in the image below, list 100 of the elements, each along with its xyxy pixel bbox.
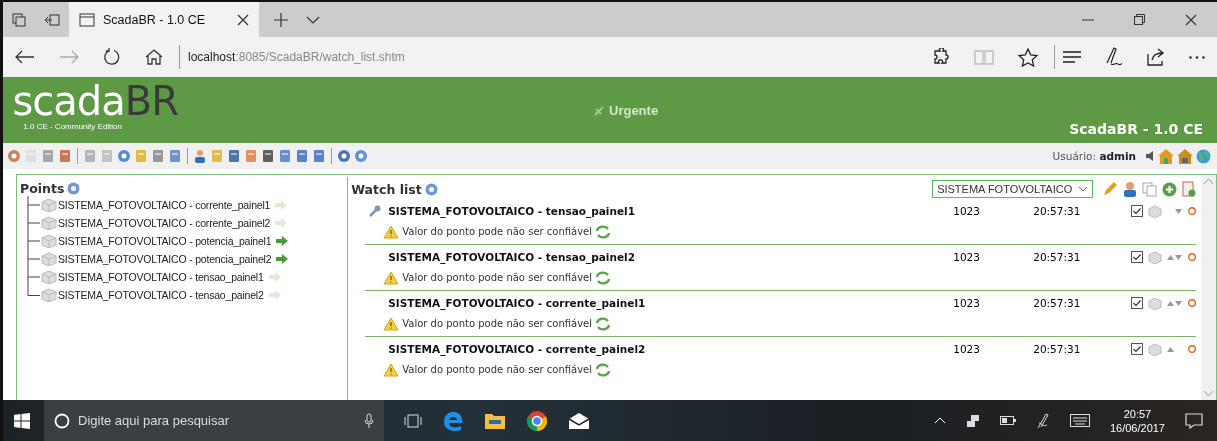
warning-icon bbox=[383, 316, 400, 331]
warning-icon bbox=[383, 224, 400, 239]
checkbox[interactable] bbox=[1131, 343, 1144, 355]
set-aside-tabs-icon[interactable] bbox=[44, 13, 60, 26]
notifications-icon[interactable] bbox=[1185, 412, 1203, 429]
point-time: 20:57:31 bbox=[1033, 343, 1082, 355]
remove-icon[interactable] bbox=[1188, 299, 1197, 307]
remove-icon[interactable] bbox=[1188, 345, 1197, 353]
tree-line bbox=[24, 214, 40, 232]
checkbox[interactable] bbox=[1131, 297, 1144, 309]
globe-icon[interactable] bbox=[1196, 148, 1211, 164]
point-label[interactable]: SISTEMA_FOTOVOLTAICO - corrente_painel1 bbox=[58, 199, 271, 211]
refresh-icon[interactable] bbox=[103, 48, 121, 66]
mail-icon[interactable] bbox=[568, 411, 590, 430]
sort-arrows-icon[interactable] bbox=[1167, 300, 1183, 306]
puzzle-icon[interactable] bbox=[932, 48, 950, 66]
arrow-right-icon[interactable] bbox=[276, 236, 289, 246]
pen-icon[interactable] bbox=[1105, 47, 1123, 67]
windows-start-icon[interactable] bbox=[14, 412, 30, 429]
sort-arrows-icon[interactable] bbox=[1167, 254, 1183, 260]
taskbar-search-field[interactable]: Digite aqui para pesquisar bbox=[44, 400, 384, 441]
edition-label: 1.0 CE - Community Edition bbox=[23, 122, 122, 131]
tree-line bbox=[24, 250, 40, 268]
network-icon[interactable] bbox=[965, 413, 980, 428]
remove-icon[interactable] bbox=[1188, 253, 1197, 261]
pencil-icon[interactable] bbox=[1102, 181, 1119, 197]
warning-message: Valor do ponto pode não ser confiável bbox=[402, 272, 593, 283]
point-label[interactable]: SISTEMA_FOTOVOLTAICO - tensao_painel1 bbox=[58, 271, 264, 283]
cube-icon bbox=[1148, 296, 1163, 310]
chevron-down-icon[interactable] bbox=[306, 15, 320, 24]
home-icon[interactable] bbox=[145, 49, 163, 65]
point-time: 20:57:31 bbox=[1033, 251, 1082, 263]
user-icon[interactable] bbox=[193, 149, 207, 163]
alarm-icon bbox=[593, 104, 605, 117]
help-icon[interactable] bbox=[424, 182, 438, 196]
microphone-icon[interactable] bbox=[364, 412, 374, 429]
point-time: 20:57:31 bbox=[1033, 205, 1082, 217]
panel-title: Watch list bbox=[351, 181, 422, 197]
clock-date[interactable]: 16/06/2017 bbox=[1109, 421, 1165, 434]
checkbox[interactable] bbox=[1131, 205, 1144, 217]
remove-icon[interactable] bbox=[1188, 207, 1197, 215]
help-icon[interactable] bbox=[354, 149, 368, 163]
warning-message: Valor do ponto pode não ser confiável bbox=[402, 226, 593, 237]
point-label[interactable]: SISTEMA_FOTOVOLTAICO - tensao_painel2 bbox=[58, 289, 264, 301]
battery-icon[interactable] bbox=[999, 416, 1016, 425]
point-label[interactable]: SISTEMA_FOTOVOLTAICO - corrente_painel2 bbox=[58, 217, 271, 229]
point-label[interactable]: SISTEMA_FOTOVOLTAICO - potencia_painel1 bbox=[58, 235, 272, 247]
close-icon[interactable] bbox=[1185, 13, 1197, 26]
cube-icon bbox=[1148, 342, 1163, 356]
clock-time[interactable]: 20:57 bbox=[1123, 407, 1152, 420]
help-icon[interactable] bbox=[67, 182, 81, 195]
minimize-icon[interactable] bbox=[1082, 18, 1094, 21]
watch-list-dropdown[interactable]: SISTEMA FOTOVOLTAICO bbox=[932, 180, 1094, 198]
radio-icon[interactable] bbox=[337, 149, 351, 163]
star-icon[interactable] bbox=[1018, 47, 1038, 67]
share-icon[interactable] bbox=[1147, 48, 1165, 66]
chevron-up-icon[interactable] bbox=[933, 417, 946, 424]
export-icon[interactable] bbox=[1182, 181, 1197, 197]
cube-icon bbox=[1148, 250, 1163, 264]
back-icon[interactable] bbox=[15, 50, 35, 64]
tree-line bbox=[24, 232, 40, 250]
checkbox[interactable] bbox=[1131, 251, 1144, 263]
point-name: SISTEMA_FOTOVOLTAICO - corrente_painel2 bbox=[388, 343, 647, 355]
page-icon bbox=[79, 12, 95, 27]
keyboard-icon[interactable] bbox=[1069, 414, 1090, 427]
pen-icon[interactable] bbox=[1035, 412, 1050, 429]
task-view-icon[interactable] bbox=[404, 413, 422, 428]
home-icon[interactable] bbox=[1177, 148, 1193, 164]
edge-browser-icon[interactable] bbox=[442, 409, 464, 432]
chrome-icon[interactable] bbox=[526, 409, 548, 432]
tab-preview-icon[interactable] bbox=[12, 12, 26, 27]
point-name: SISTEMA_FOTOVOLTAICO - tensao_painel2 bbox=[388, 251, 636, 263]
product-title: ScadaBR - 1.0 CE bbox=[1069, 121, 1203, 137]
point-label[interactable]: SISTEMA_FOTOVOLTAICO - potencia_painel2 bbox=[58, 253, 272, 265]
add-icon[interactable] bbox=[1162, 181, 1178, 197]
menu-icon[interactable] bbox=[1063, 51, 1081, 63]
scroll-down-icon[interactable] bbox=[1204, 391, 1214, 396]
forward-icon[interactable] bbox=[59, 50, 79, 64]
restore-icon[interactable] bbox=[1134, 14, 1145, 25]
close-icon[interactable] bbox=[237, 13, 249, 26]
user-icon[interactable] bbox=[1123, 181, 1138, 197]
warning-message: Valor do ponto pode não ser confiável bbox=[402, 318, 593, 329]
speaker-icon[interactable] bbox=[1145, 151, 1155, 161]
cube-icon bbox=[41, 234, 57, 248]
point-value: 1023 bbox=[953, 343, 981, 355]
cube-icon bbox=[41, 216, 57, 230]
wrench-icon[interactable] bbox=[369, 205, 382, 217]
address-field[interactable]: localhost:8085/ScadaBR/watch_list.shtm bbox=[188, 50, 405, 64]
cube-icon bbox=[41, 270, 57, 284]
new-tab-icon[interactable] bbox=[274, 12, 288, 27]
cube-icon bbox=[41, 288, 57, 302]
arrow-right-icon[interactable] bbox=[276, 254, 289, 264]
browser-tab[interactable]: ScadaBR - 1.0 CE bbox=[69, 2, 259, 37]
point-value: 1023 bbox=[953, 205, 981, 217]
logo: scadaBR bbox=[12, 83, 178, 119]
more-icon[interactable] bbox=[1189, 55, 1205, 59]
point-time: 20:57:31 bbox=[1033, 297, 1082, 309]
tree-line bbox=[24, 196, 40, 214]
scroll-up-icon[interactable] bbox=[1204, 179, 1214, 184]
panel-title: Points bbox=[20, 181, 65, 196]
